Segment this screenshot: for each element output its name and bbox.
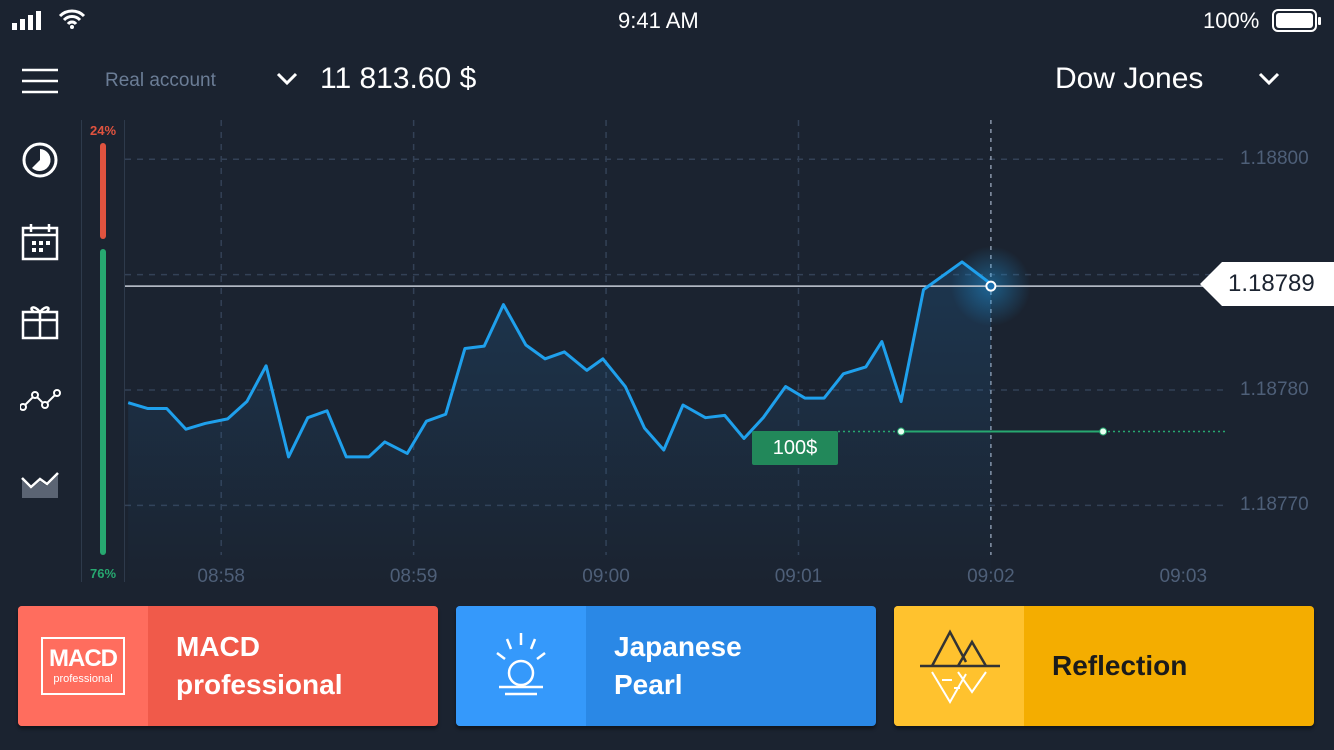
y-tick-label: 1.18800 xyxy=(1240,148,1309,170)
macd-icon: MACD professional xyxy=(18,606,148,726)
macd-logo-sub: professional xyxy=(53,673,113,685)
strategy-title: MACD professional xyxy=(176,631,343,700)
current-price-tag: 1.18789 xyxy=(1200,262,1334,306)
strategy-card-reflection[interactable]: Reflection xyxy=(894,606,1314,726)
y-tick-label: 1.18770 xyxy=(1240,494,1309,516)
sunrise-pearl-icon xyxy=(456,606,586,726)
x-tick-label: 09:00 xyxy=(582,566,630,587)
macd-logo-text: MACD xyxy=(49,645,118,672)
x-tick-label: 08:59 xyxy=(389,566,438,587)
x-tick-label: 09:01 xyxy=(774,566,823,587)
trade-amount-badge[interactable]: 100$ xyxy=(752,431,838,465)
strategy-title: Reflection xyxy=(1052,650,1188,681)
trade-end-marker xyxy=(1099,427,1108,436)
strategy-card-japanese-pearl[interactable]: Japanese Pearl xyxy=(456,606,876,726)
mountain-reflection-icon xyxy=(894,606,1024,726)
x-tick-label: 09:03 xyxy=(1159,566,1208,587)
y-tick-label: 1.18780 xyxy=(1240,379,1309,400)
x-tick-label: 09:02 xyxy=(967,566,1015,587)
x-tick-label: 08:58 xyxy=(197,566,245,587)
strategy-card-macd[interactable]: MACD professional MACD professional xyxy=(18,606,438,726)
strategy-title: Japanese Pearl xyxy=(614,631,742,700)
price-area xyxy=(128,261,991,585)
trade-start-marker xyxy=(897,427,906,436)
current-price-marker xyxy=(985,280,997,292)
